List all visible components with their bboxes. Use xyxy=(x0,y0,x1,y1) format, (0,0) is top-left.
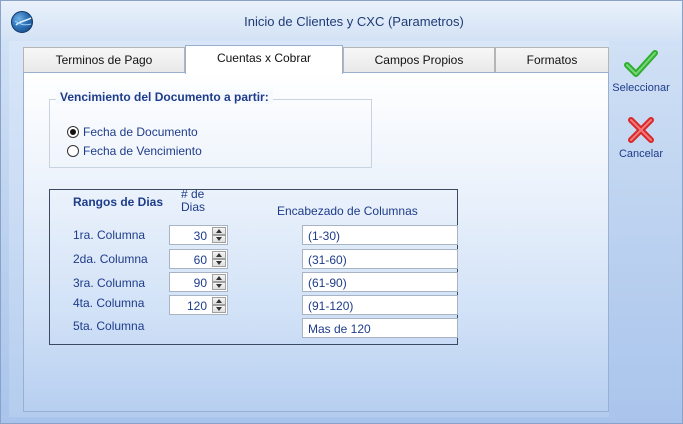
days-value-3: 90 xyxy=(193,276,207,290)
header-encabezado-columnas: Encabezado de Columnas xyxy=(277,204,418,218)
tab-campos-propios[interactable]: Campos Propios xyxy=(343,47,495,73)
tab-formatos[interactable]: Formatos xyxy=(495,47,609,73)
checkmark-icon xyxy=(624,50,658,77)
row-label-4ta: 4ta. Columna xyxy=(73,296,145,310)
radio-checked-icon xyxy=(67,126,79,138)
tab-bar: Terminos de Pago Cuentas x Cobrar Campos… xyxy=(23,45,609,74)
days-stepper-1[interactable]: 30 xyxy=(169,225,228,245)
stepper-buttons xyxy=(212,227,226,243)
row-label-1ra: 1ra. Columna xyxy=(73,228,146,242)
row-label-2da: 2da. Columna xyxy=(73,252,148,266)
tab-terminos-de-pago[interactable]: Terminos de Pago xyxy=(23,47,185,73)
days-value-2: 60 xyxy=(193,253,207,267)
spin-up-icon[interactable] xyxy=(212,251,226,259)
select-button[interactable]: Seleccionar xyxy=(609,49,673,94)
spin-down-icon[interactable] xyxy=(212,282,226,290)
heading-field-5[interactable]: Mas de 120 xyxy=(302,318,458,338)
stepper-buttons xyxy=(212,297,226,313)
radio-unchecked-icon xyxy=(67,145,79,157)
heading-field-2[interactable]: (31-60) xyxy=(302,249,458,269)
title-bar[interactable]: Inicio de Clientes y CXC (Parametros) xyxy=(1,1,682,41)
spin-down-icon[interactable] xyxy=(212,259,226,267)
spin-up-icon[interactable] xyxy=(212,227,226,235)
days-value-1: 30 xyxy=(193,229,207,243)
days-stepper-2[interactable]: 60 xyxy=(169,249,228,269)
header-rangos-de-dias: Rangos de Dias xyxy=(73,195,164,209)
vencimiento-title: Vencimiento del Documento a partir: xyxy=(56,90,273,104)
select-label: Seleccionar xyxy=(612,82,670,94)
parameters-panel: Terminos de Pago Cuentas x Cobrar Campos… xyxy=(9,41,609,417)
days-value-4: 120 xyxy=(186,299,207,313)
tab-content-cuentas-x-cobrar: Vencimiento del Documento a partir: Fech… xyxy=(23,72,609,412)
row-label-5ta: 5ta. Columna xyxy=(73,319,145,333)
days-stepper-3[interactable]: 90 xyxy=(169,272,228,292)
window-title: Inicio de Clientes y CXC (Parametros) xyxy=(244,14,464,29)
cancel-label: Cancelar xyxy=(618,148,664,160)
days-stepper-4[interactable]: 120 xyxy=(169,295,228,315)
heading-field-4[interactable]: (91-120) xyxy=(302,295,458,315)
close-icon xyxy=(628,117,654,143)
spin-down-icon[interactable] xyxy=(212,235,226,243)
spin-up-icon[interactable] xyxy=(212,297,226,305)
cancel-button[interactable]: Cancelar xyxy=(609,115,673,160)
stepper-buttons xyxy=(212,251,226,267)
spin-down-icon[interactable] xyxy=(212,305,226,313)
radio-fecha-vencimiento[interactable]: Fecha de Vencimiento xyxy=(67,144,202,158)
radio-fecha-documento[interactable]: Fecha de Documento xyxy=(67,125,198,139)
main-window: Inicio de Clientes y CXC (Parametros) Te… xyxy=(0,0,683,424)
heading-field-1[interactable]: (1-30) xyxy=(302,225,458,245)
stepper-buttons xyxy=(212,274,226,290)
rangos-de-dias-box: Rangos de Dias # de Dias Encabezado de C… xyxy=(49,187,458,345)
tab-cuentas-x-cobrar[interactable]: Cuentas x Cobrar xyxy=(185,45,343,74)
spin-up-icon[interactable] xyxy=(212,274,226,282)
row-label-3ra: 3ra. Columna xyxy=(73,276,146,290)
heading-field-3[interactable]: (61-90) xyxy=(302,272,458,292)
header-num-dias: # de Dias xyxy=(181,187,206,214)
